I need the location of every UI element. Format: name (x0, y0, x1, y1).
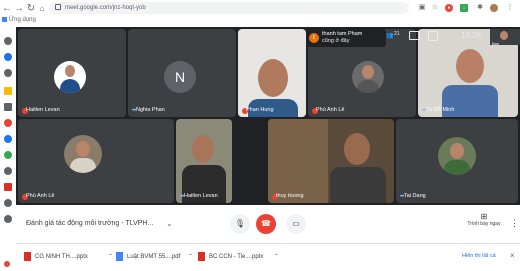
end-call-button[interactable]: ☎ (256, 214, 276, 234)
sidebar-whatsapp-icon[interactable] (4, 151, 12, 159)
sidebar-cube-icon[interactable] (4, 199, 12, 207)
participant-avatar (54, 61, 86, 93)
microphone-icon: 🎙 (234, 219, 246, 228)
sidebar-messenger-icon[interactable] (4, 53, 12, 61)
download-item[interactable]: Luật BVMT 55....pdf (116, 251, 180, 263)
meeting-title[interactable]: Đánh giá tác động môi trường - TLVPH... (26, 220, 153, 227)
meeting-clock: 15:28 (461, 31, 482, 40)
sidebar-vn-icon[interactable] (4, 183, 12, 191)
sidebar-youtube-icon[interactable] (4, 119, 12, 127)
reload-icon[interactable]: ↻ (26, 3, 36, 14)
participant-name: Haitlen Levan (26, 107, 60, 113)
pptx-file-icon (198, 251, 205, 261)
download-filename: CG NINH TH....pptx (35, 254, 88, 260)
activities-icon[interactable] (428, 31, 438, 41)
present-now-button[interactable]: ⊞ Trình bày ngay (454, 212, 514, 227)
home-icon[interactable]: ⌂ (37, 4, 47, 13)
more-options-icon[interactable]: ⋮ (510, 218, 519, 229)
sidebar-facebook-icon[interactable] (4, 135, 12, 143)
self-view-label: Bạn (492, 41, 500, 46)
camera-permission-icon[interactable]: ▣ (418, 4, 426, 12)
download-menu-icon[interactable]: ⌃ (274, 253, 279, 260)
address-bar[interactable]: meet.google.com/jnz-hoqt-yob (49, 2, 409, 14)
more-options-icon[interactable]: ••• (132, 108, 136, 114)
present-screen-icon: ⊞ (480, 212, 488, 221)
participant-tile[interactable]: ••• Tai Dang (396, 119, 518, 203)
sidebar-ring-icon[interactable] (4, 69, 12, 77)
participant-tile[interactable]: Phú Anh Lê (18, 119, 174, 203)
show-all-downloads-link[interactable]: Hiển thị tất cả (462, 253, 496, 259)
extension-green-icon[interactable]: ↓ (460, 4, 468, 12)
downloads-bar: CG NINH TH....pptx ⌃ Luật BVMT 55....pdf… (16, 243, 520, 271)
meeting-controls: Đánh giá tác động môi trường - TLVPH... … (16, 205, 520, 243)
more-options-icon[interactable]: ••• (400, 194, 404, 200)
extension-red-icon[interactable]: ● (445, 4, 453, 12)
bookmark-apps[interactable]: Ứng dụng (2, 17, 36, 23)
download-menu-icon[interactable]: ⌃ (188, 253, 193, 260)
bookmark-label: Ứng dụng (9, 17, 36, 24)
self-view[interactable]: Bạn (490, 29, 520, 46)
participant-tile[interactable]: ••• Haitlen Levan (176, 119, 232, 203)
participant-count: 21 (394, 31, 400, 37)
download-filename: Luật BVMT 55....pdf (127, 254, 181, 260)
download-filename: BC CCN - Tie....pptx (209, 254, 264, 260)
close-icon[interactable]: × (510, 251, 515, 260)
participant-name: Phan Hung (246, 107, 274, 113)
participant-tile[interactable]: Haitlen Levan (18, 29, 126, 117)
pptx-file-icon (24, 251, 31, 261)
sidebar-add-icon[interactable] (4, 103, 12, 111)
participant-name: Tai Dang (404, 193, 426, 199)
forward-icon[interactable]: → (14, 3, 24, 14)
camera-button[interactable]: ▭ (286, 214, 306, 234)
back-icon[interactable]: ← (2, 3, 12, 14)
download-menu-icon[interactable]: ⌃ (108, 253, 113, 260)
participant-name: Haitlen Levan (184, 193, 218, 199)
participant-tile[interactable]: Phan Hung (238, 29, 306, 117)
participant-initial-avatar: N (164, 61, 196, 93)
participant-tile[interactable]: N ••• Nghia Phan (128, 29, 236, 117)
browser-toolbar: ← → ↻ ⌂ meet.google.com/jnz-hoqt-yob ▣ ☆… (0, 0, 520, 28)
more-options-icon[interactable]: ••• (180, 194, 184, 200)
sidebar-settings-icon[interactable] (4, 37, 12, 45)
participant-avatar (438, 137, 476, 175)
sidebar-bell-icon[interactable] (4, 261, 10, 267)
participant-avatar (64, 135, 102, 173)
hang-up-icon: ☎ (261, 219, 271, 228)
chat-icon[interactable] (409, 31, 420, 40)
lock-icon (55, 4, 61, 11)
pdf-file-icon (116, 251, 123, 261)
chevron-down-icon[interactable]: ⌄ (166, 219, 173, 228)
sidebar-zalo-icon[interactable] (4, 87, 12, 95)
people-icon[interactable]: 👥 (386, 32, 393, 39)
bookmark-star-icon[interactable]: ☆ (431, 4, 439, 12)
download-item[interactable]: BC CCN - Tie....pptx (198, 251, 263, 263)
notification-avatar: t (309, 33, 319, 43)
camera-icon: ▭ (292, 219, 300, 228)
more-options-icon[interactable]: ••• (422, 108, 426, 114)
participant-name: Tú Đỗ Minh (426, 107, 455, 113)
present-now-label: Trình bày ngay (467, 221, 501, 227)
join-notification: t thanh tam Pham cũng ở đây (306, 29, 386, 47)
participant-name: Phú Anh Lê (26, 193, 55, 199)
participant-name: Nghia Phan (136, 107, 165, 113)
browser-sidebar (0, 27, 17, 270)
sidebar-heart-icon[interactable] (4, 215, 12, 223)
participant-name: thuy truong (276, 193, 304, 199)
profile-avatar[interactable] (490, 4, 498, 12)
participant-avatar (352, 61, 384, 93)
chrome-menu-icon[interactable]: ⋮ (506, 4, 514, 12)
sidebar-clock-icon[interactable] (4, 167, 12, 175)
notification-name: thanh tam Pham (322, 31, 363, 37)
microphone-button[interactable]: 🎙 (230, 214, 250, 234)
download-item[interactable]: CG NINH TH....pptx (24, 251, 88, 263)
url-text: meet.google.com/jnz-hoqt-yob (65, 5, 146, 11)
apps-grid-icon (2, 17, 7, 22)
participant-name: Phú Anh Lê (316, 107, 345, 113)
notification-message: cũng ở đây (322, 38, 350, 44)
extensions-puzzle-icon[interactable]: ✱ (476, 4, 484, 12)
participant-tile[interactable]: thuy truong (268, 119, 394, 203)
